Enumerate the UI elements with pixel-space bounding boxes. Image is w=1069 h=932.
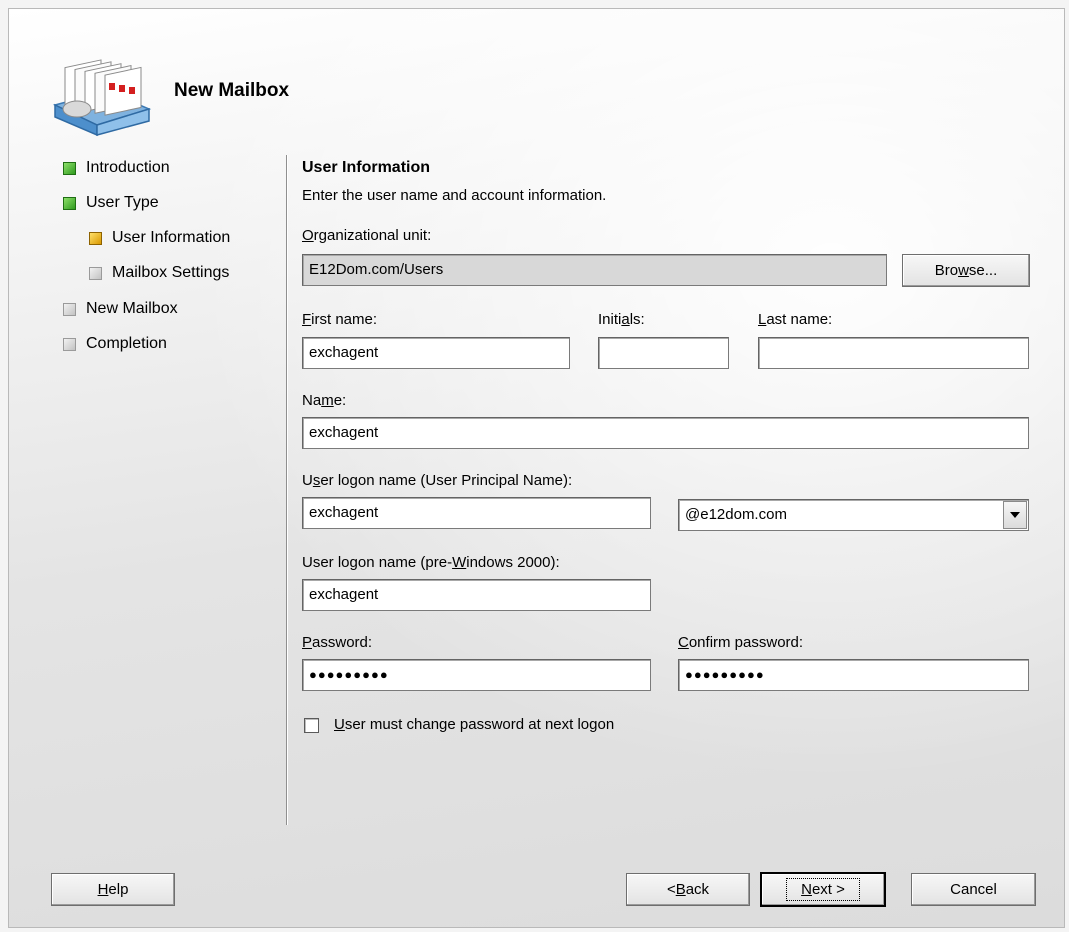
browse-button[interactable]: Bro w se... (902, 254, 1030, 287)
nav-item-user-information: User Information (89, 229, 230, 247)
must-change-password-checkbox[interactable] (304, 718, 319, 733)
must-change-password-label[interactable]: User must change password at next logon (334, 716, 614, 733)
nav-item-user-type: User Type (63, 194, 159, 212)
nav-item-label: Completion (86, 335, 167, 352)
org-unit-field: E12Dom.com/Users (302, 254, 887, 286)
nav-item-introduction: Introduction (63, 159, 170, 177)
nav-item-label: User Type (86, 194, 159, 211)
upn-label: User logon name (User Principal Name): (302, 472, 573, 489)
last-name-input[interactable] (758, 337, 1029, 369)
cancel-button[interactable]: Cancel (911, 873, 1036, 906)
mailbox-stack-icon (52, 59, 152, 137)
org-unit-label: Organizational unit: (302, 227, 432, 244)
nav-item-label: New Mailbox (86, 300, 178, 317)
nav-item-label: Mailbox Settings (112, 264, 230, 281)
name-input[interactable]: exchagent (302, 417, 1029, 449)
nav-divider (286, 155, 287, 825)
section-title: User Information (302, 159, 431, 176)
nav-item-mailbox-settings: Mailbox Settings (89, 264, 229, 282)
pending-status-icon (89, 266, 102, 280)
password-label: Password: (302, 634, 373, 651)
pre2000-logon-input[interactable]: exchagent (302, 579, 651, 611)
confirm-password-label: Confirm password: (678, 634, 804, 651)
name-label: Name: (302, 392, 347, 409)
wizard-title: New Mailbox (174, 80, 290, 101)
complete-status-icon (63, 196, 76, 210)
chevron-down-icon[interactable] (1003, 501, 1027, 529)
initials-input[interactable] (598, 337, 729, 369)
selected-domain: @e12dom.com (685, 506, 787, 523)
pending-status-icon (63, 302, 76, 316)
nav-item-completion: Completion (63, 335, 167, 353)
new-mailbox-wizard: New Mailbox Introduction User Type User … (8, 8, 1065, 928)
nav-item-new-mailbox: New Mailbox (63, 300, 178, 318)
complete-status-icon (63, 161, 76, 175)
upn-domain-select[interactable]: @e12dom.com (678, 499, 1029, 531)
section-description: Enter the user name and account informat… (302, 187, 607, 204)
first-name-label: First name: (302, 311, 378, 328)
next-button[interactable]: Next > (760, 872, 886, 907)
current-status-icon (89, 231, 102, 245)
nav-item-label: User Information (112, 229, 231, 246)
first-name-input[interactable]: exchagent (302, 337, 570, 369)
pre2000-label: User logon name (pre-Windows 2000): (302, 554, 560, 571)
initials-label: Initials: (598, 311, 645, 328)
help-button[interactable]: Help (51, 873, 175, 906)
pending-status-icon (63, 337, 76, 351)
confirm-password-input[interactable]: ●●●●●●●●● (678, 659, 1029, 691)
nav-item-label: Introduction (86, 159, 170, 176)
last-name-label: Last name: (758, 311, 833, 328)
password-input[interactable]: ●●●●●●●●● (302, 659, 651, 691)
back-button[interactable]: < Back (626, 873, 750, 906)
upn-input[interactable]: exchagent (302, 497, 651, 529)
